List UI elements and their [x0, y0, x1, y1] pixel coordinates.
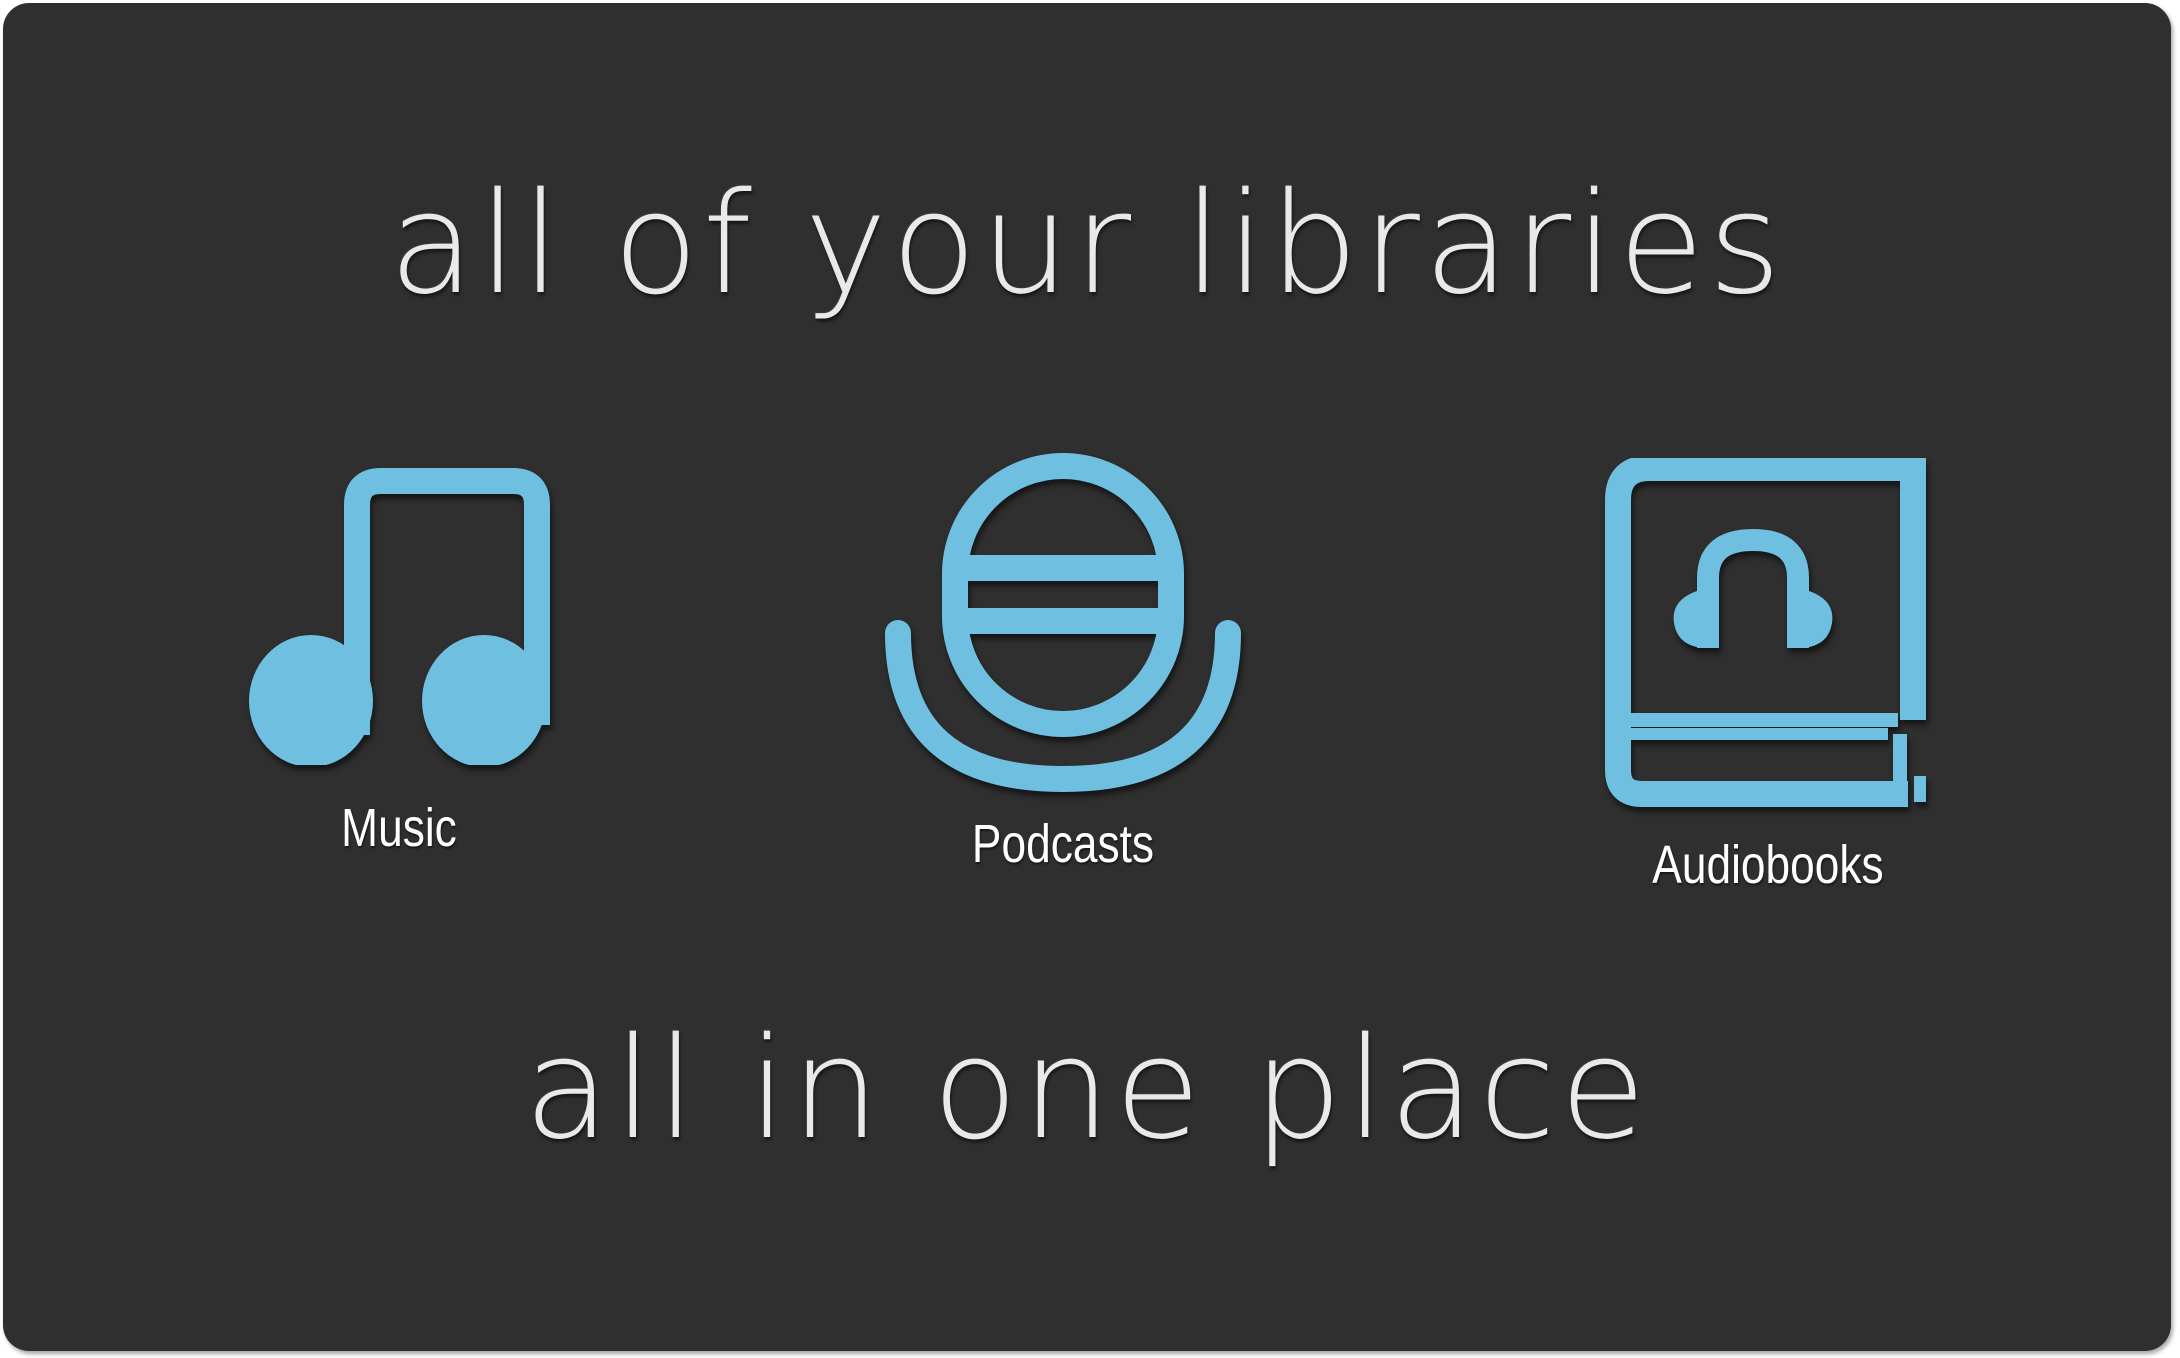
- microphone-icon: [885, 453, 1241, 793]
- library-label-podcasts: Podcasts: [971, 814, 1155, 874]
- promo-card: all of your libraries Music Podcasts Aud…: [3, 3, 2171, 1351]
- audiobook-icon: [1605, 458, 1926, 807]
- headline-bottom: all in one place: [524, 1008, 1650, 1171]
- library-podcasts: Podcasts: [883, 453, 1243, 875]
- library-label-audiobooks: Audiobooks: [1652, 835, 1884, 895]
- headline-top: all of your libraries: [388, 163, 1786, 326]
- library-label-music: Music: [341, 798, 457, 858]
- library-music: Music: [239, 465, 559, 859]
- music-note-icon: [249, 468, 550, 765]
- library-audiobooks: Audiobooks: [1598, 458, 1938, 896]
